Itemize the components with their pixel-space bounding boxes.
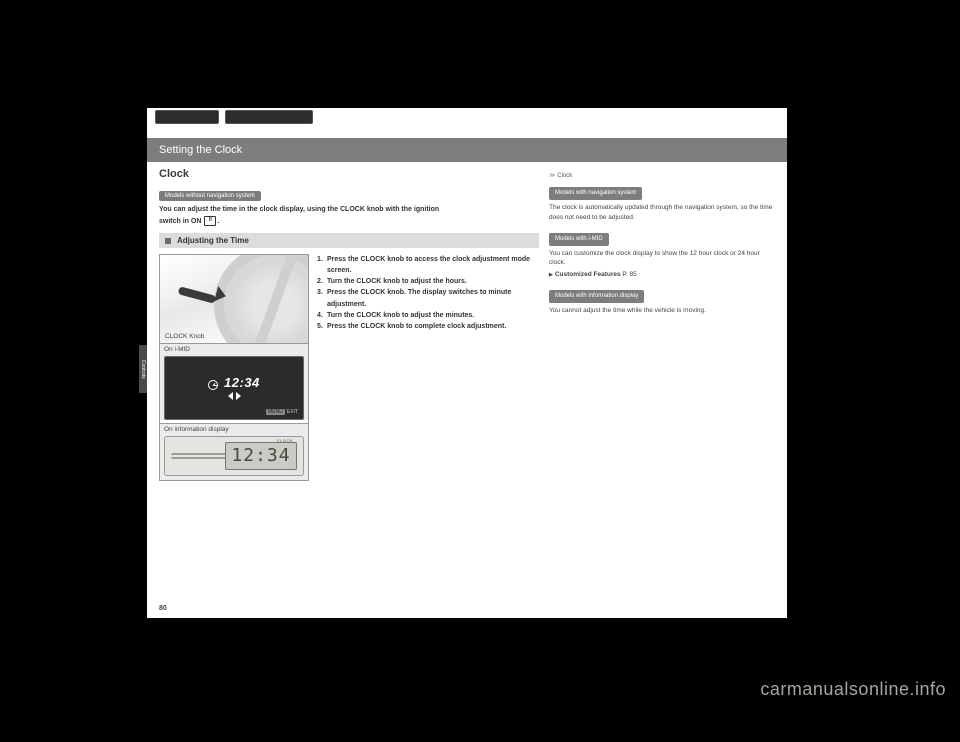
intro-line-2-pre: switch in ON [159,217,203,224]
step-3-num: 3. [317,287,327,309]
page-header-bar: Setting the Clock [147,138,787,162]
annotation-column: Clock Models with navigation system The … [549,168,775,481]
ann-3-text: You cannot adjust the time while the veh… [549,306,775,316]
arrow-left-icon [228,392,233,400]
ann-1-text: The clock is automatically updated throu… [549,203,775,223]
steering-wheel-graphic [214,255,308,343]
annotation-block-1: Models with navigation system The clock … [549,187,775,223]
steps-list: 1.Press the CLOCK knob to access the clo… [317,254,539,481]
clock-knob-figure: CLOCK Knob On i-MID 12:34 [159,254,309,481]
page-header-title: Setting the Clock [159,144,242,156]
clock-face-icon [208,380,218,390]
watermark-text: carmanualsonline.info [760,679,946,700]
annotation-block-2: Models with i-MID You can customize the … [549,233,775,280]
ann-3-badge: Models with information display [549,290,644,303]
manual-page: Setting the Clock Clock Models without n… [147,108,787,618]
info-display-time-value: 12:34 [225,442,297,470]
imid-screen: 12:34 MENUEXIT [164,356,304,420]
ann-2-page-ref: P. 85 [622,271,636,278]
step-5-num: 5. [317,321,327,332]
info-display-figure: On information display CLOCK 12:34 [160,423,308,480]
ann-2-link[interactable]: Customized Features [549,271,621,278]
page-number: 80 [159,605,167,612]
imid-exit-text: EXIT [287,409,298,415]
menu-tag-icon: MENU [266,409,285,415]
imid-time-value: 12:34 [224,375,260,390]
intro-line-2-post: . [217,217,219,224]
ann-2-text: You can customize the clock display to s… [549,249,775,269]
arrow-right-icon [236,392,241,400]
clock-knob-label: CLOCK Knob [165,333,204,340]
section-title: Clock [159,168,539,180]
imid-figure: On i-MID 12:34 [160,343,308,420]
ann-2-badge: Models with i-MID [549,233,609,246]
main-column: Clock Models without navigation system Y… [159,168,539,481]
top-button-2[interactable] [225,110,313,124]
step-3-text: Press the CLOCK knob. The display switch… [327,287,539,309]
imid-exit-hint: MENUEXIT [266,409,298,415]
annotation-heading: Clock [549,172,775,181]
step-4-num: 4. [317,310,327,321]
imid-arrows [228,392,241,400]
subsection-heading-text: Adjusting the Time [177,236,249,245]
step-1-text: Press the CLOCK knob to access the clock… [327,254,539,276]
pointer-arrow-graphic [178,291,216,299]
top-button-bar [155,110,313,124]
top-button-1[interactable] [155,110,219,124]
ann-1-badge: Models with navigation system [549,187,642,200]
ignition-on-icon: II [204,216,216,226]
annotation-block-3: Models with information display You cann… [549,290,775,316]
intro-text: You can adjust the time in the clock dis… [159,205,539,227]
intro-line-1: You can adjust the time in the clock dis… [159,206,439,213]
info-display-screen: CLOCK 12:34 [164,436,304,476]
clock-knob-illustration: CLOCK Knob [160,255,308,343]
step-5-text: Press the CLOCK knob to complete clock a… [327,321,506,332]
section-side-tab: Controls [139,345,147,393]
step-2-num: 2. [317,276,327,287]
subsection-heading: Adjusting the Time [159,233,539,248]
model-badge-main: Models without navigation system [159,191,261,201]
step-1-num: 1. [317,254,327,276]
info-display-label: On information display [164,426,229,433]
step-2-text: Turn the CLOCK knob to adjust the hours. [327,276,467,287]
step-4-text: Turn the CLOCK knob to adjust the minute… [327,310,474,321]
imid-label: On i-MID [164,346,190,353]
